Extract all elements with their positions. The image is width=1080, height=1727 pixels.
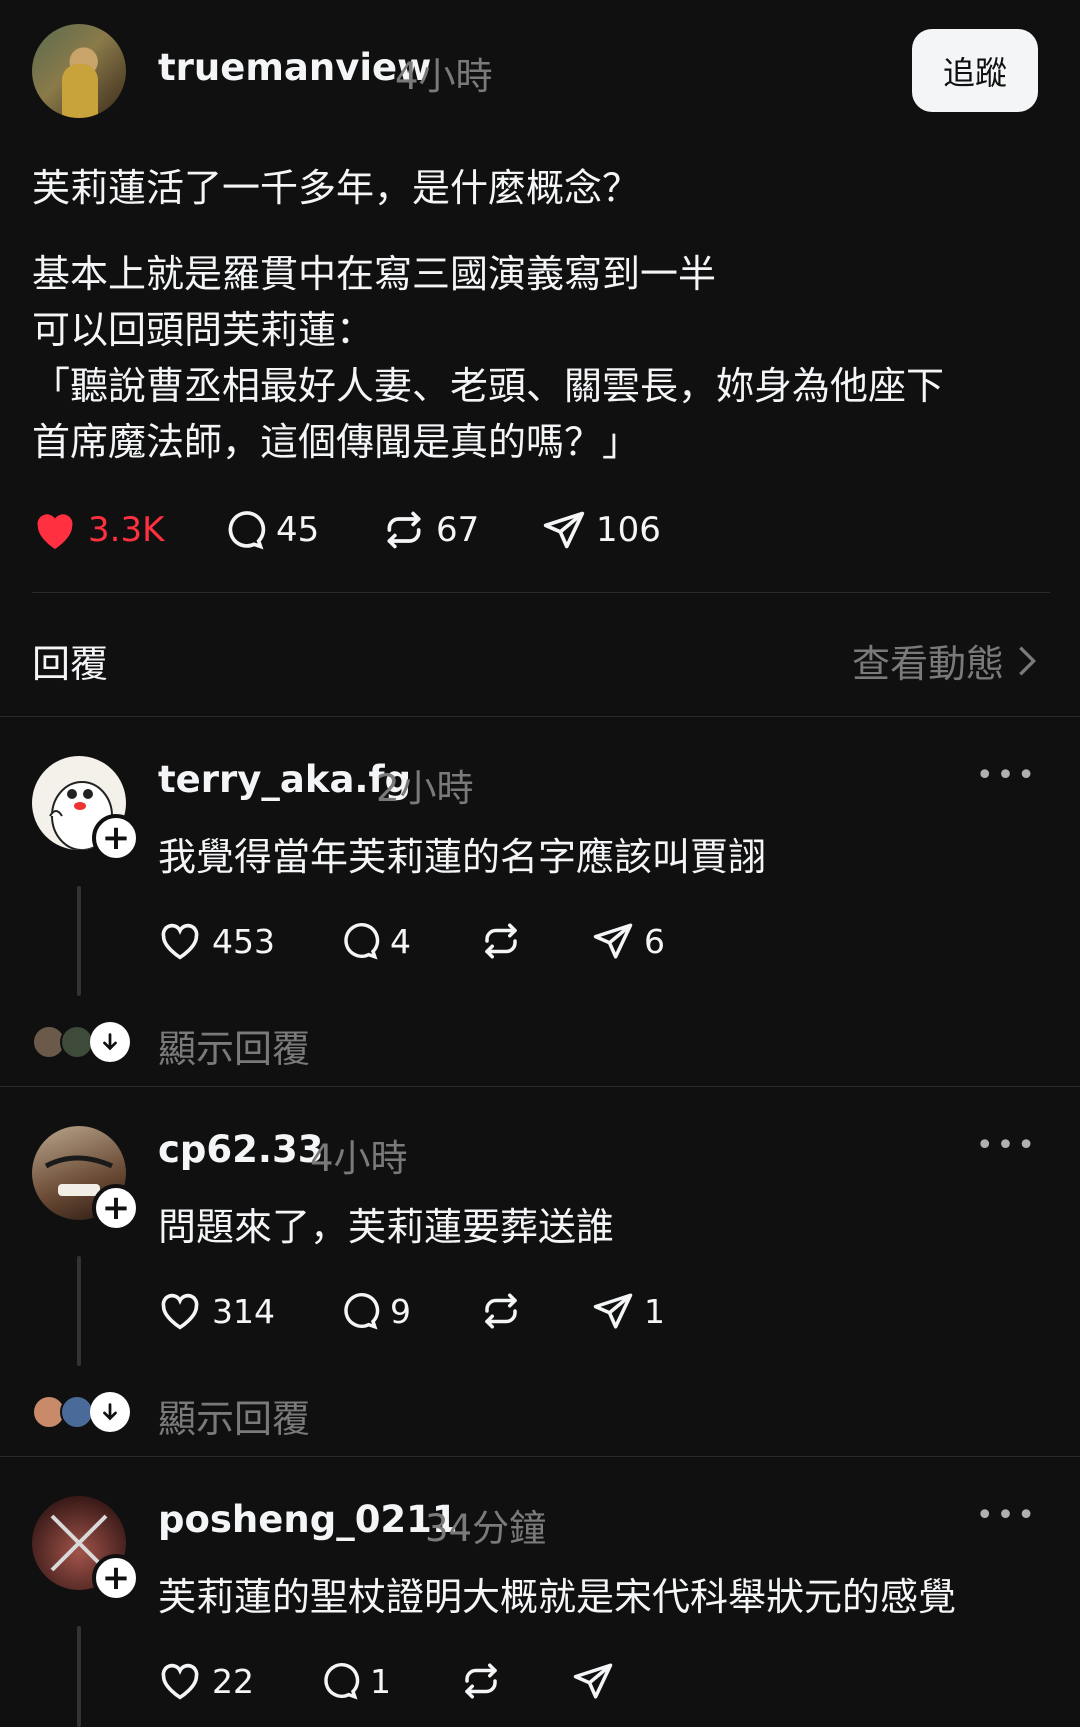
share-button[interactable] [572, 1660, 614, 1702]
reply-avatars[interactable] [32, 1392, 130, 1432]
heart-icon [161, 1663, 199, 1700]
like-count: 22 [212, 1661, 254, 1701]
repost-button[interactable] [480, 920, 592, 962]
comment-icon [324, 1663, 360, 1700]
repost-button[interactable]: 67 [382, 508, 542, 552]
divider [0, 716, 1080, 717]
follow-plus-icon[interactable]: + [92, 814, 140, 862]
share-count: 106 [596, 510, 661, 550]
share-button[interactable]: 106 [542, 508, 661, 552]
reply-time: 4小時 [310, 1137, 408, 1180]
more-options-icon[interactable]: ••• [976, 1128, 1038, 1163]
author-username[interactable]: truemanview [158, 46, 431, 89]
comment-count: 4 [390, 921, 411, 961]
post-text-line-4: 「聽說曹丞相最好人妻、老頭、關雲長，妳身為他座下 [32, 364, 945, 408]
post-text-line-2: 基本上就是羅貫中在寫三國演義寫到一半 [32, 252, 717, 296]
reply-actions: 453 4 6 [158, 920, 665, 962]
thread-line [77, 1256, 81, 1366]
like-count: 3.3K [88, 510, 165, 550]
like-button[interactable]: 453 [158, 921, 338, 961]
like-button[interactable]: 22 [158, 1661, 318, 1701]
send-icon [593, 1293, 633, 1329]
comment-button[interactable]: 9 [338, 1290, 480, 1332]
divider [32, 592, 1050, 593]
heart-icon [161, 1293, 199, 1330]
replies-title: 回覆 [32, 642, 109, 686]
show-replies-link[interactable]: 顯示回覆 [158, 1388, 310, 1443]
follow-plus-icon[interactable]: + [92, 1184, 140, 1232]
thread-line [77, 1626, 81, 1727]
post-actions: 3.3K 45 67 106 [32, 508, 661, 552]
reply-actions: 314 9 1 [158, 1290, 665, 1332]
comment-button[interactable]: 45 [222, 508, 382, 552]
arrow-down-icon [90, 1022, 130, 1062]
like-button[interactable]: 3.3K [32, 509, 222, 551]
reply-text: 問題來了，芙莉蓮要葬送誰 [158, 1205, 615, 1249]
reply-username[interactable]: cp62.33 [158, 1128, 323, 1171]
post-text-line-1: 芙莉蓮活了一千多年，是什麼概念？ [32, 166, 641, 210]
repost-count: 67 [436, 510, 480, 550]
reply-time: 34分鐘 [425, 1507, 547, 1550]
comment-icon [344, 1293, 380, 1330]
comment-count: 45 [276, 510, 320, 550]
follow-plus-icon[interactable]: + [92, 1554, 140, 1602]
reply-text: 芙莉蓮的聖杖證明大概就是宋代科舉狀元的感覺 [158, 1575, 957, 1619]
repost-icon [465, 1663, 497, 1699]
repost-button[interactable] [480, 1290, 592, 1332]
repost-icon [387, 511, 421, 549]
comment-count: 9 [390, 1291, 411, 1331]
share-count: 1 [644, 1291, 665, 1331]
comment-button[interactable]: 1 [318, 1660, 460, 1702]
view-activity-link[interactable]: 查看動態 [852, 633, 1036, 688]
like-count: 314 [212, 1291, 275, 1331]
more-options-icon[interactable]: ••• [976, 1498, 1038, 1533]
comment-button[interactable]: 4 [338, 920, 480, 962]
post-text-line-5: 首席魔法師，這個傳聞是真的嗎？」 [32, 420, 641, 464]
divider [0, 1456, 1080, 1457]
share-button[interactable]: 6 [592, 920, 665, 962]
reply-username[interactable]: terry_aka.fg [158, 758, 411, 801]
avatar-figure [62, 64, 98, 118]
repost-icon [485, 1293, 517, 1329]
show-replies-link[interactable]: 顯示回覆 [158, 1018, 310, 1073]
repost-button[interactable] [460, 1660, 572, 1702]
reply-username[interactable]: posheng_0211 [158, 1498, 458, 1541]
arrow-down-icon [90, 1392, 130, 1432]
share-button[interactable]: 1 [592, 1290, 665, 1332]
reply-time: 2小時 [376, 767, 474, 810]
like-count: 453 [212, 921, 275, 961]
chevron-right-icon [1019, 645, 1036, 676]
repost-icon [485, 923, 517, 959]
send-icon [573, 1663, 613, 1699]
post-time: 4小時 [395, 55, 493, 98]
reply-actions: 22 1 [158, 1660, 614, 1702]
comment-count: 1 [370, 1661, 391, 1701]
more-options-icon[interactable]: ••• [976, 758, 1038, 793]
mini-avatar [60, 1395, 94, 1429]
like-button[interactable]: 314 [158, 1291, 338, 1331]
thread-line [77, 886, 81, 996]
comment-icon [344, 923, 380, 960]
heart-icon [161, 923, 199, 960]
follow-button[interactable]: 追蹤 [912, 29, 1038, 112]
author-avatar[interactable] [32, 24, 126, 118]
comment-icon [228, 511, 266, 550]
divider [0, 1086, 1080, 1087]
heart-filled-icon [37, 514, 73, 550]
post-text-line-3: 可以回頭問芙莉蓮： [32, 308, 375, 352]
send-icon [593, 923, 633, 959]
reply-text: 我覺得當年芙莉蓮的名字應該叫賈詡 [158, 835, 767, 879]
send-icon [543, 511, 585, 549]
view-activity-label: 查看動態 [851, 642, 1004, 686]
share-count: 6 [644, 921, 665, 961]
mini-avatar [60, 1025, 94, 1059]
reply-avatars[interactable] [32, 1022, 130, 1062]
